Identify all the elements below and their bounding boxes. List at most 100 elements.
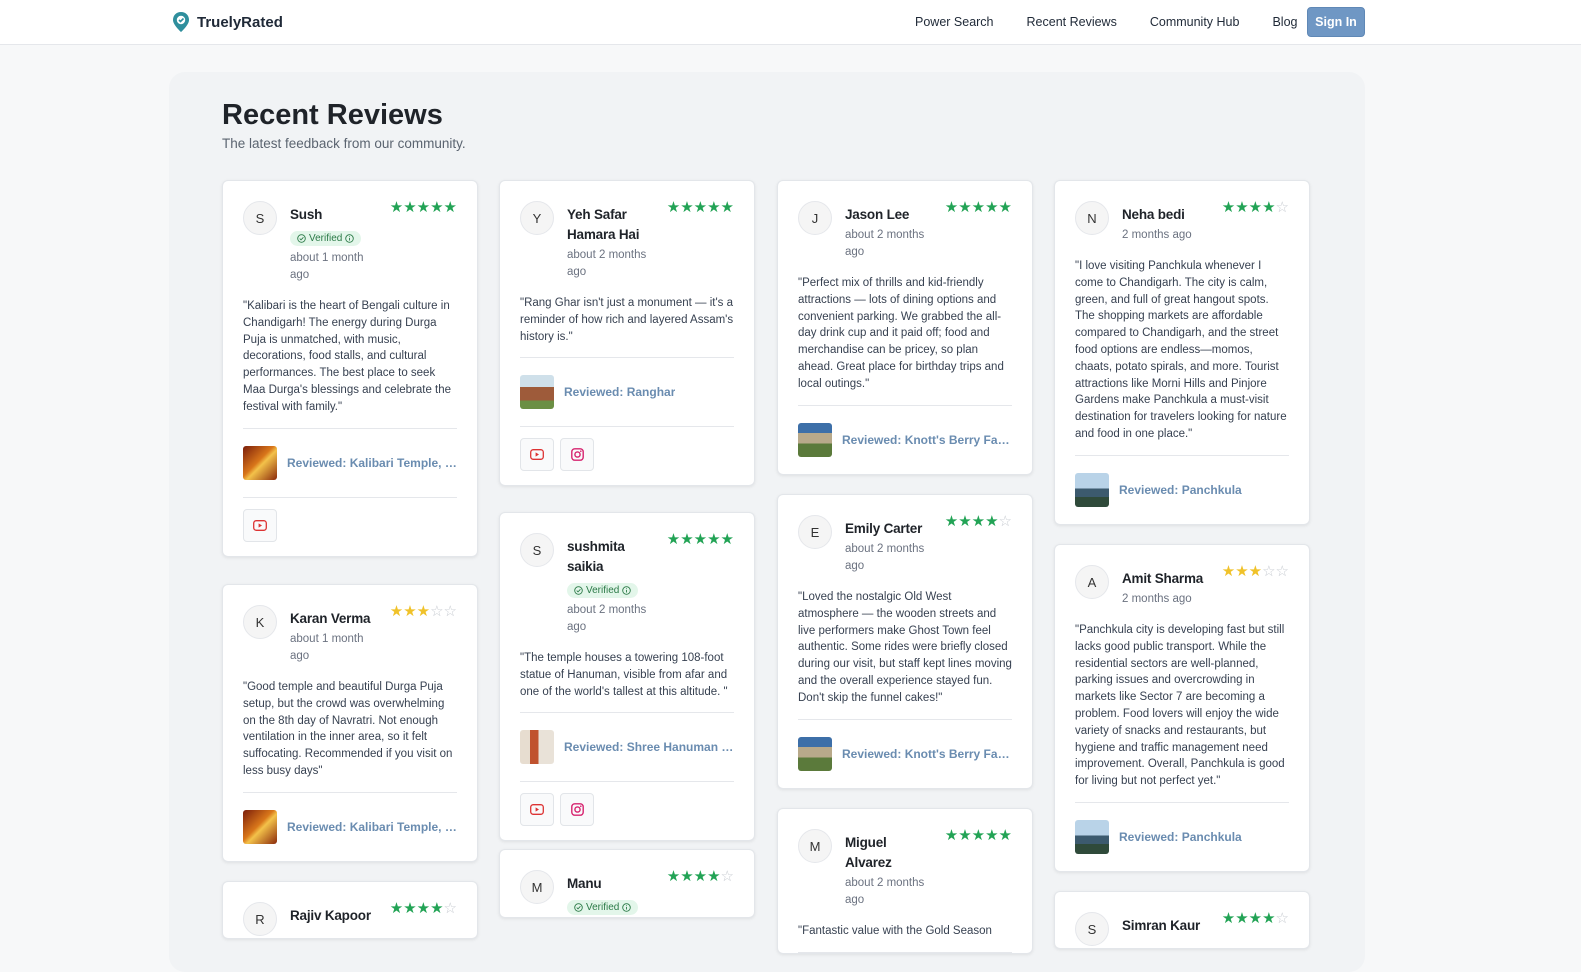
reviewed-place-link[interactable]: Reviewed: Ranghar <box>520 358 734 426</box>
reviewed-place-label[interactable]: Reviewed: Panchkula <box>1119 830 1242 844</box>
reviewer-name[interactable]: Rajiv Kapoor <box>290 906 377 926</box>
youtube-button[interactable] <box>243 508 277 542</box>
review-card[interactable]: E ★★★★☆ Emily Carter about 2 months ago "Lov… <box>777 494 1033 789</box>
star-filled-icon: ★ <box>707 199 721 216</box>
star-filled-icon: ★ <box>998 827 1012 844</box>
reviewer-name[interactable]: sushmita saikia <box>567 537 654 577</box>
star-filled-icon: ★ <box>971 513 986 530</box>
star-filled-icon: ★ <box>693 531 708 548</box>
star-filled-icon: ★ <box>416 900 431 917</box>
reviewer-name[interactable]: Manu <box>567 874 654 894</box>
review-card[interactable]: M ★★★★☆ Manu Verified <box>499 849 755 918</box>
reviewed-place-label[interactable]: Reviewed: Kalibari Temple, Ch... <box>287 820 457 834</box>
reviewed-place-link[interactable]: Reviewed: Shree Hanuman Tem... <box>520 713 734 781</box>
star-filled-icon: ★ <box>998 199 1012 216</box>
nav-recent-reviews[interactable]: Recent Reviews <box>1027 15 1117 29</box>
reviewed-place-link[interactable]: Reviewed: Panchkula <box>1075 803 1289 871</box>
social-links <box>520 781 734 840</box>
reviewer-name[interactable]: Simran Kaur <box>1122 916 1209 936</box>
sign-in-button[interactable]: Sign In <box>1307 7 1365 37</box>
instagram-button[interactable] <box>560 438 594 472</box>
youtube-icon <box>530 449 544 461</box>
youtube-button[interactable] <box>520 438 554 472</box>
place-thumbnail <box>798 422 832 457</box>
nav-blog[interactable]: Blog <box>1272 15 1297 29</box>
instagram-button[interactable] <box>560 793 594 827</box>
avatar: E <box>798 515 832 549</box>
top-navbar: TruelyRated Power Search Recent Reviews … <box>0 0 1581 45</box>
youtube-icon <box>253 519 267 531</box>
avatar: S <box>520 533 554 567</box>
verified-label: Verified <box>586 585 620 596</box>
place-thumbnail <box>243 809 277 844</box>
reviewed-place-link[interactable]: Reviewed: Knott's Berry Farm <box>798 720 1012 788</box>
avatar: M <box>798 829 832 863</box>
reviewed-place-label[interactable]: Reviewed: Kalibari Temple, Ch... <box>287 456 457 470</box>
review-text: "Good temple and beautiful Durga Puja se… <box>243 679 457 793</box>
info-icon <box>622 586 632 595</box>
star-empty-icon: ☆ <box>430 603 444 620</box>
nav-power-search[interactable]: Power Search <box>915 15 994 29</box>
brand-logo[interactable]: TruelyRated <box>171 11 283 33</box>
star-filled-icon: ★ <box>944 827 959 844</box>
review-time: about 2 months ago <box>567 604 647 633</box>
star-filled-icon: ★ <box>443 199 457 216</box>
star-filled-icon: ★ <box>1235 563 1249 580</box>
reviewer-name[interactable]: Karan Verma <box>290 609 377 629</box>
youtube-button[interactable] <box>520 793 554 827</box>
star-filled-icon: ★ <box>1248 199 1263 216</box>
reviewed-place-label[interactable]: Reviewed: Shree Hanuman Tem... <box>564 740 734 754</box>
review-card[interactable]: R ★★★★☆ Rajiv Kapoor <box>222 881 478 939</box>
star-filled-icon: ★ <box>971 827 986 844</box>
reviewed-place-label[interactable]: Reviewed: Panchkula <box>1119 483 1242 497</box>
verified-badge: Verified <box>567 583 639 598</box>
review-text: "Kalibari is the heart of Bengali cultur… <box>243 298 457 429</box>
reviewer-name[interactable]: Amit Sharma <box>1122 569 1209 589</box>
review-card[interactable]: M ★★★★★ Miguel Alvarez about 2 months ago "F… <box>777 808 1033 954</box>
location-pin-icon <box>173 12 189 32</box>
review-card[interactable]: A ★★★☆☆ Amit Sharma 2 months ago "Panchkula … <box>1054 544 1310 872</box>
reviewer-name[interactable]: Neha bedi <box>1122 205 1209 225</box>
star-filled-icon: ★ <box>958 513 972 530</box>
star-empty-icon: ☆ <box>1262 563 1276 580</box>
reviewer-name[interactable]: Yeh Safar Hamara Hai <box>567 205 654 245</box>
star-filled-icon: ★ <box>720 531 734 548</box>
verified-label: Verified <box>586 902 620 913</box>
instagram-icon <box>570 448 584 462</box>
reviewer-name[interactable]: Sush <box>290 205 377 225</box>
review-card[interactable]: Y ★★★★★ Yeh Safar Hamara Hai about 2 months… <box>499 180 755 487</box>
review-card[interactable]: S ★★★★★ Sush Verified about 1 month ago "Kali… <box>222 180 478 557</box>
reviewed-place-link[interactable]: Reviewed: Panchkula <box>1075 456 1289 524</box>
review-card[interactable]: S ★★★★☆ Simran Kaur <box>1054 891 1310 949</box>
star-filled-icon: ★ <box>1221 910 1236 927</box>
review-card[interactable]: S ★★★★★ sushmita saikia Verified about 2 mon… <box>499 512 755 842</box>
reviewed-place-label[interactable]: Reviewed: Knott's Berry Farm <box>842 747 1012 761</box>
avatar: N <box>1075 201 1109 235</box>
review-card[interactable]: K ★★★☆☆ Karan Verma about 1 month ago "Good … <box>222 584 478 862</box>
star-filled-icon: ★ <box>430 199 444 216</box>
reviewed-place-label[interactable]: Reviewed: Ranghar <box>564 385 675 399</box>
nav-community-hub[interactable]: Community Hub <box>1150 15 1240 29</box>
reviewer-name[interactable]: Miguel Alvarez <box>845 833 932 873</box>
review-time: about 2 months ago <box>845 543 925 572</box>
review-text: "Loved the nostalgic Old West atmosphere… <box>798 589 1012 720</box>
star-filled-icon: ★ <box>693 199 708 216</box>
reviewed-place-link[interactable]: Reviewed: Kalibari Temple, Ch... <box>243 429 457 497</box>
review-card[interactable]: N ★★★★☆ Neha bedi 2 months ago "I love visit… <box>1054 180 1310 525</box>
avatar: S <box>243 201 277 235</box>
reviewer-name[interactable]: Emily Carter <box>845 519 932 539</box>
reviewed-place-label[interactable]: Reviewed: Knott's Berry Farm <box>842 433 1012 447</box>
star-empty-icon: ☆ <box>443 900 457 917</box>
place-thumbnail <box>1075 819 1109 854</box>
review-text: "Fantastic value with the Gold Season <box>798 923 1012 953</box>
star-filled-icon: ★ <box>680 199 694 216</box>
reviewed-place-link[interactable]: Reviewed: Kalibari Temple, Ch... <box>243 793 457 861</box>
star-filled-icon: ★ <box>958 827 972 844</box>
star-filled-icon: ★ <box>666 868 681 885</box>
review-card[interactable]: J ★★★★★ Jason Lee about 2 months ago "Perfec… <box>777 180 1033 475</box>
reviewer-name[interactable]: Jason Lee <box>845 205 932 225</box>
star-filled-icon: ★ <box>1248 563 1263 580</box>
star-filled-icon: ★ <box>720 199 734 216</box>
rating-stars: ★★★☆☆ <box>1222 564 1289 580</box>
reviewed-place-link[interactable]: Reviewed: Knott's Berry Farm <box>798 406 1012 474</box>
